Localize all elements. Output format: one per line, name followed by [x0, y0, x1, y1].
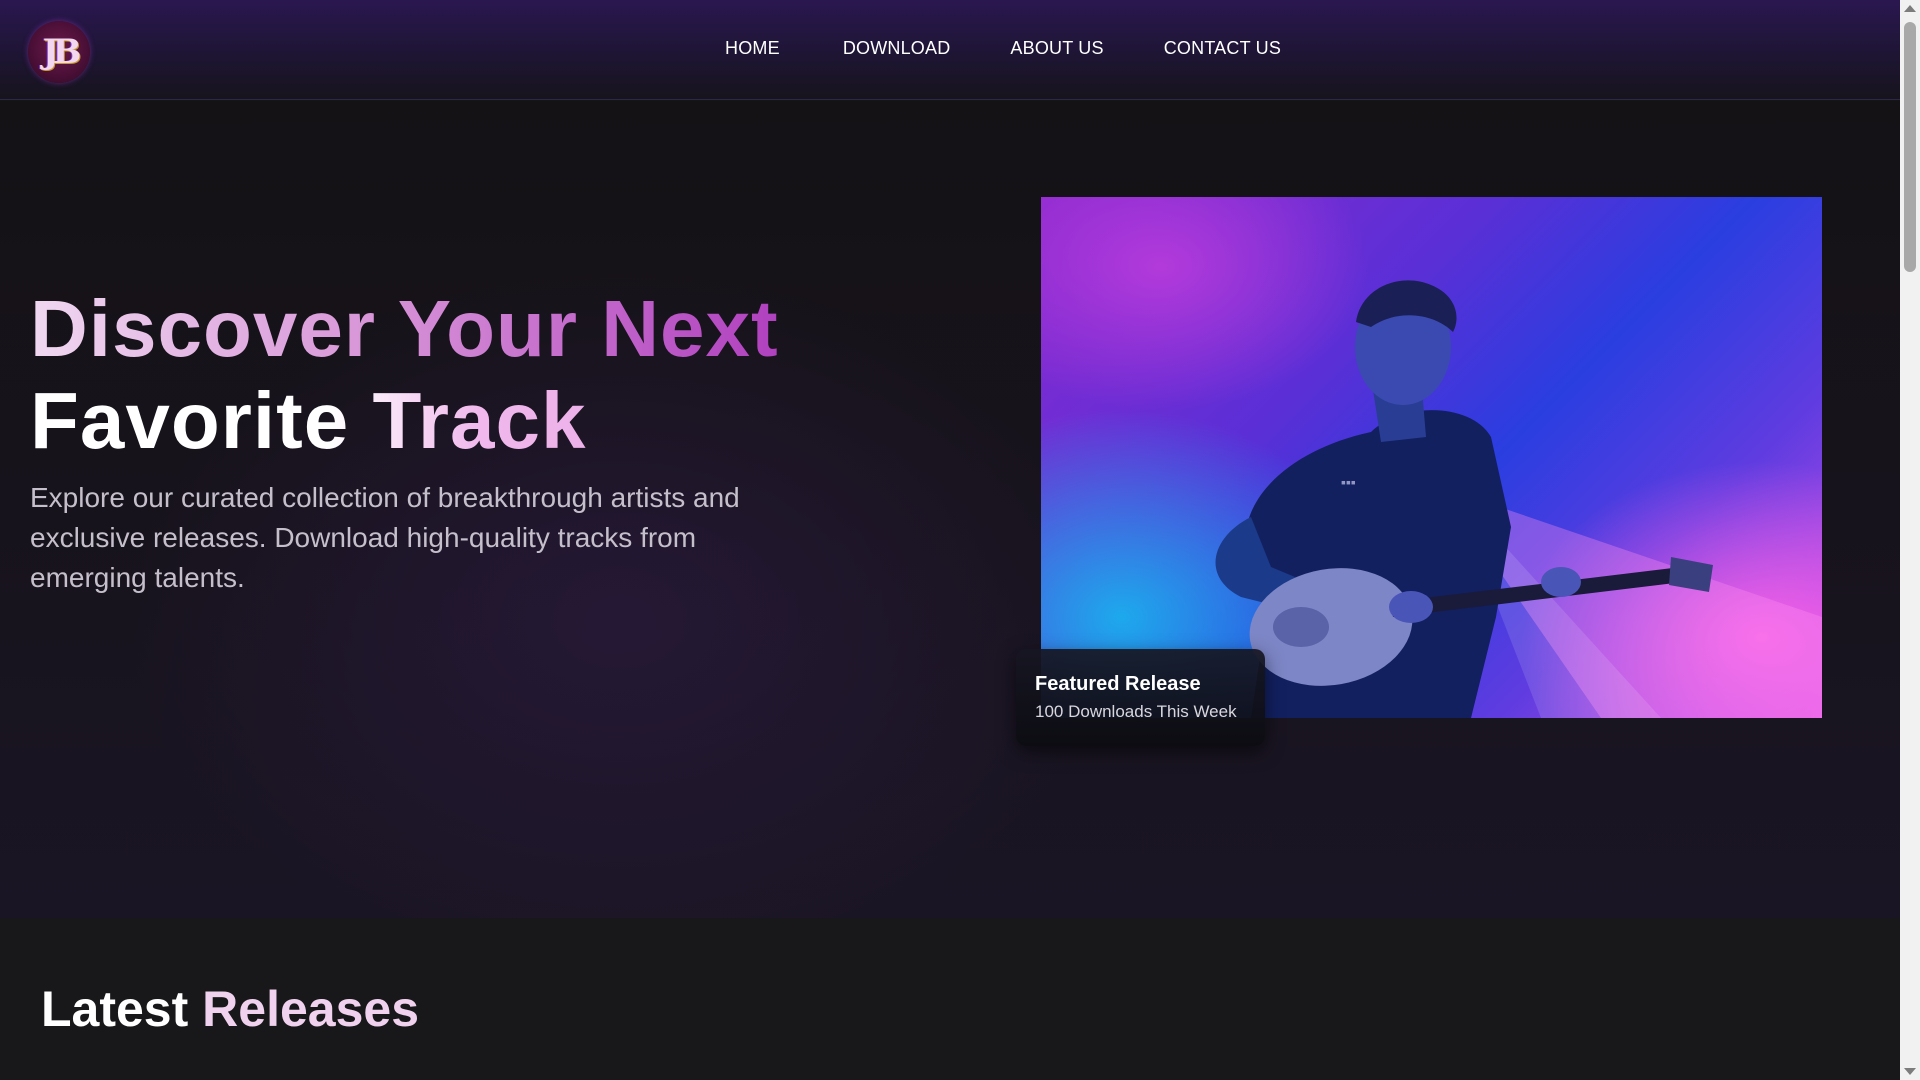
- latest-releases-heading-word1: Latest: [41, 981, 189, 1037]
- hero-title-line1: Discover Your Next: [30, 284, 779, 373]
- latest-releases-heading-word2: Releases: [202, 981, 420, 1037]
- nav-contact-link[interactable]: CONTACT US: [1164, 38, 1281, 59]
- latest-releases-section: Latest Releases: [0, 918, 1900, 1080]
- featured-release-card[interactable]: Featured Release 100 Downloads This Week: [1016, 649, 1265, 746]
- page: JB HOME DOWNLOAD ABOUT US CONTACT US Dis…: [0, 0, 1920, 1080]
- nav-about-link[interactable]: ABOUT US: [1010, 38, 1103, 59]
- featured-release-downloads: 100 Downloads This Week: [1035, 702, 1237, 721]
- vertical-scrollbar[interactable]: [1900, 0, 1920, 1080]
- hero-section: Discover Your Next Favorite Track Explor…: [0, 101, 1900, 918]
- logo-monogram: JB: [42, 32, 82, 72]
- brand-logo[interactable]: JB: [28, 21, 90, 83]
- hero-title: Discover Your Next Favorite Track: [30, 283, 779, 467]
- latest-releases-heading: Latest Releases: [41, 980, 419, 1038]
- featured-artist-image: ▪▪▪: [1041, 197, 1822, 718]
- shirt-print: ▪▪▪: [1341, 474, 1356, 490]
- navbar: JB HOME DOWNLOAD ABOUT US CONTACT US: [0, 0, 1900, 100]
- scroll-up-arrow-icon[interactable]: [1904, 5, 1916, 12]
- scrollbar-thumb[interactable]: [1904, 22, 1916, 272]
- nav-download-link[interactable]: DOWNLOAD: [843, 38, 951, 59]
- main-nav: HOME DOWNLOAD ABOUT US CONTACT US: [725, 38, 1281, 59]
- featured-release-title: Featured Release: [1035, 673, 1201, 695]
- guitarist-illustration: ▪▪▪: [1215, 280, 1822, 718]
- scroll-down-arrow-icon[interactable]: [1904, 1068, 1916, 1075]
- nav-home-link[interactable]: HOME: [725, 38, 780, 59]
- hero-description: Explore our curated collection of breakt…: [30, 482, 740, 593]
- hero-title-line2: Favorite Track: [30, 375, 779, 467]
